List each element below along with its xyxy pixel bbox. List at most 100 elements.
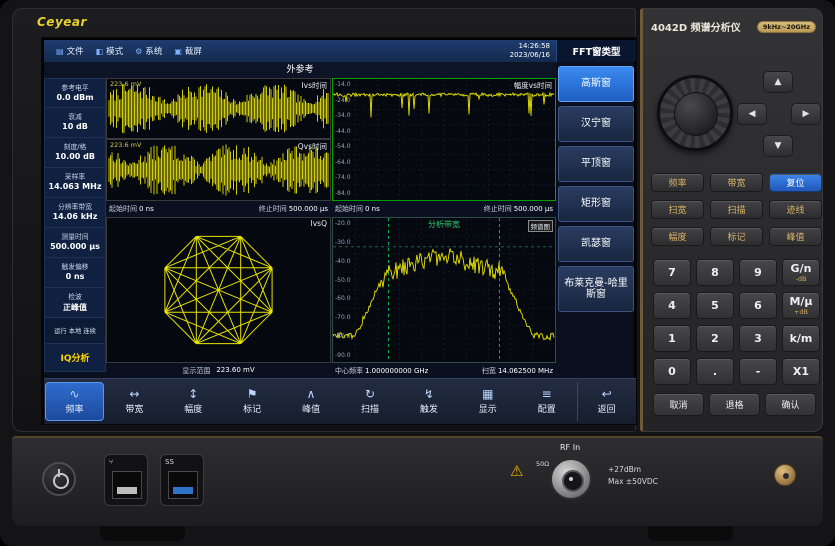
- fkey-frequency[interactable]: 频率: [651, 173, 704, 192]
- graph-spectrum[interactable]: 分析带宽 频谱图 -20.0 -30.0 -40.0 -50.0 -60.0 -…: [332, 217, 556, 363]
- toolbar-item-bandwidth[interactable]: ↔ 带宽: [106, 382, 163, 421]
- key-0[interactable]: 0: [653, 358, 691, 385]
- menu-item-system[interactable]: ⚙ 系统: [135, 45, 162, 57]
- analysis-bandwidth-label: 分析带宽: [333, 219, 555, 230]
- fkey-bandwidth[interactable]: 带宽: [710, 173, 763, 192]
- usb3-icon: SS: [165, 458, 174, 466]
- menu-item-file[interactable]: ▤ 文件: [56, 45, 84, 57]
- q-trace: [107, 140, 330, 200]
- fkey-reset[interactable]: 复位: [769, 173, 822, 192]
- toolbar-item-back[interactable]: ↩ 返回: [577, 382, 635, 421]
- sidebar-item-scale-div[interactable]: 刻度/格 10.00 dB: [44, 138, 106, 168]
- time-range-left: 起始时间0 ns 终止时间500.000 μs: [106, 204, 331, 214]
- arrow-down-key[interactable]: ▼: [763, 135, 793, 157]
- sidebar-item-detector[interactable]: 检波 正峰值: [44, 288, 106, 318]
- sidebar-item-meas-time[interactable]: 测量时间 500.000 μs: [44, 228, 106, 258]
- display-range-row: 显示范围 223.60 mV: [106, 366, 331, 376]
- display-icon: ▦: [482, 388, 493, 401]
- graph-q-vs-time[interactable]: 223.6 mV Qvs时间: [106, 139, 331, 201]
- sidebar-item-sample-rate[interactable]: 采样率 14.063 MHz: [44, 168, 106, 198]
- graph-i-vs-q[interactable]: IvsQ: [106, 217, 331, 363]
- screen: ▤ 文件 ◧ 模式 ⚙ 系统 ▣ 截屏 14:26:58: [43, 39, 635, 423]
- menu-bar: ▤ 文件 ◧ 模式 ⚙ 系统 ▣ 截屏 14:26:58: [44, 40, 636, 62]
- key-4[interactable]: 4: [653, 292, 691, 319]
- fft-window-kaiser[interactable]: 凯瑟窗: [558, 226, 634, 262]
- graph-amplitude-vs-time[interactable]: 幅度vs时间 -14.0 -24.0 -34.0 -44.0 -54.0 -64…: [332, 78, 556, 201]
- key-7[interactable]: 7: [653, 259, 691, 286]
- function-keys: 频率 带宽 复位 扫宽 扫描 迹线 幅度 标记 峰值: [651, 173, 822, 246]
- hardware-panel: 4042D 频谱分析仪 9kHz~20GHz ▲ ◀ ▶ ▼ 频率 带宽 复位 …: [640, 8, 823, 432]
- usb-port-a: ⑂: [104, 454, 148, 506]
- keypad-bottom-row: 取消 退格 确认: [653, 393, 816, 416]
- fft-window-hanning[interactable]: 汉宁窗: [558, 106, 634, 142]
- fft-window-blackman-harris[interactable]: 布莱克曼-哈里斯窗: [558, 266, 634, 312]
- key-1[interactable]: 1: [653, 325, 691, 352]
- toolbar-item-sweep[interactable]: ↻ 扫描: [342, 382, 399, 421]
- fft-window-rectangular[interactable]: 矩形窗: [558, 186, 634, 222]
- toolbar-item-marker[interactable]: ⚑ 标记: [224, 382, 281, 421]
- arrow-left-key[interactable]: ◀: [737, 103, 767, 125]
- sidebar-item-attenuation[interactable]: 衰减 10 dB: [44, 108, 106, 138]
- gear-icon: ⚙: [135, 47, 142, 56]
- fkey-peak[interactable]: 峰值: [769, 227, 822, 246]
- back-icon: ↩: [602, 388, 612, 401]
- freq-span-row: 中心频率1.000000000 GHz 扫宽14.062500 MHz: [332, 366, 556, 376]
- fft-window-gaussian[interactable]: 高斯窗: [558, 66, 634, 102]
- sidebar-item-trigger-offset[interactable]: 触发偏移 0 ns: [44, 258, 106, 288]
- page-title: 外参考: [44, 62, 556, 78]
- rf-input-connector: [550, 458, 592, 500]
- arrow-up-key[interactable]: ▲: [763, 71, 793, 93]
- toolbar-item-display[interactable]: ▦ 显示: [459, 382, 516, 421]
- key-confirm[interactable]: 确认: [765, 393, 816, 416]
- menu-item-screenshot[interactable]: ▣ 截屏: [174, 45, 202, 57]
- key-8[interactable]: 8: [696, 259, 734, 286]
- key-backspace[interactable]: 退格: [709, 393, 760, 416]
- trigger-icon: ↯: [424, 388, 434, 401]
- key-cancel[interactable]: 取消: [653, 393, 704, 416]
- spectrum-trace: [333, 218, 555, 362]
- key-unit-ghz[interactable]: G/n-dB: [782, 259, 820, 286]
- usb-ports: ⑂ SS: [104, 448, 212, 510]
- config-icon: ≡: [542, 388, 552, 401]
- foot: [100, 526, 185, 541]
- impedance-label: 50Ω: [536, 460, 549, 468]
- numeric-keypad: 7 8 9 G/n-dB 4 5 6 M/μ+dB 1 2 3 k/m 0 . …: [653, 259, 820, 385]
- toolbar-item-frequency[interactable]: ∿ 频率: [45, 382, 104, 421]
- menu-item-mode[interactable]: ◧ 模式: [96, 45, 124, 57]
- key-2[interactable]: 2: [696, 325, 734, 352]
- iq-constellation: [107, 218, 330, 362]
- key-5[interactable]: 5: [696, 292, 734, 319]
- fkey-amplitude[interactable]: 幅度: [651, 227, 704, 246]
- fkey-marker[interactable]: 标记: [710, 227, 763, 246]
- key-unit-mhz[interactable]: M/μ+dB: [782, 292, 820, 319]
- fkey-trace[interactable]: 迹线: [769, 200, 822, 219]
- run-status: 运行 本地 连续: [44, 318, 106, 344]
- key-x1[interactable]: X1: [782, 358, 820, 385]
- power-button[interactable]: [42, 462, 76, 496]
- graph-i-vs-time[interactable]: 223.6 mV Ivs时间: [106, 78, 331, 139]
- toolbar-item-trigger[interactable]: ↯ 触发: [400, 382, 457, 421]
- toolbar-item-amplitude[interactable]: ↕ 幅度: [165, 382, 222, 421]
- sidebar-item-ref-level[interactable]: 参考电平 0.0 dBm: [44, 78, 106, 108]
- fkey-span[interactable]: 扫宽: [651, 200, 704, 219]
- fft-window-flattop[interactable]: 平顶窗: [558, 146, 634, 182]
- rotary-knob[interactable]: [657, 75, 733, 151]
- key-minus[interactable]: -: [739, 358, 777, 385]
- key-decimal[interactable]: .: [696, 358, 734, 385]
- file-icon: ▤: [56, 47, 64, 56]
- foot: [648, 526, 733, 541]
- sidebar-item-rbw[interactable]: 分辨率带宽 14.06 kHz: [44, 198, 106, 228]
- toolbar-item-config[interactable]: ≡ 配置: [518, 382, 575, 421]
- key-9[interactable]: 9: [739, 259, 777, 286]
- time: 14:26:58: [510, 42, 550, 51]
- date: 2023/06/16: [510, 51, 550, 60]
- fkey-sweep[interactable]: 扫描: [710, 200, 763, 219]
- key-unit-khz[interactable]: k/m: [782, 325, 820, 352]
- toolbar-item-peak[interactable]: ∧ 峰值: [283, 382, 340, 421]
- i-title-label: Ivs时间: [301, 80, 327, 91]
- iq-analysis-mode[interactable]: IQ分析: [44, 344, 106, 372]
- key-3[interactable]: 3: [739, 325, 777, 352]
- iq-title-label: IvsQ: [311, 219, 327, 228]
- arrow-right-key[interactable]: ▶: [791, 103, 821, 125]
- key-6[interactable]: 6: [739, 292, 777, 319]
